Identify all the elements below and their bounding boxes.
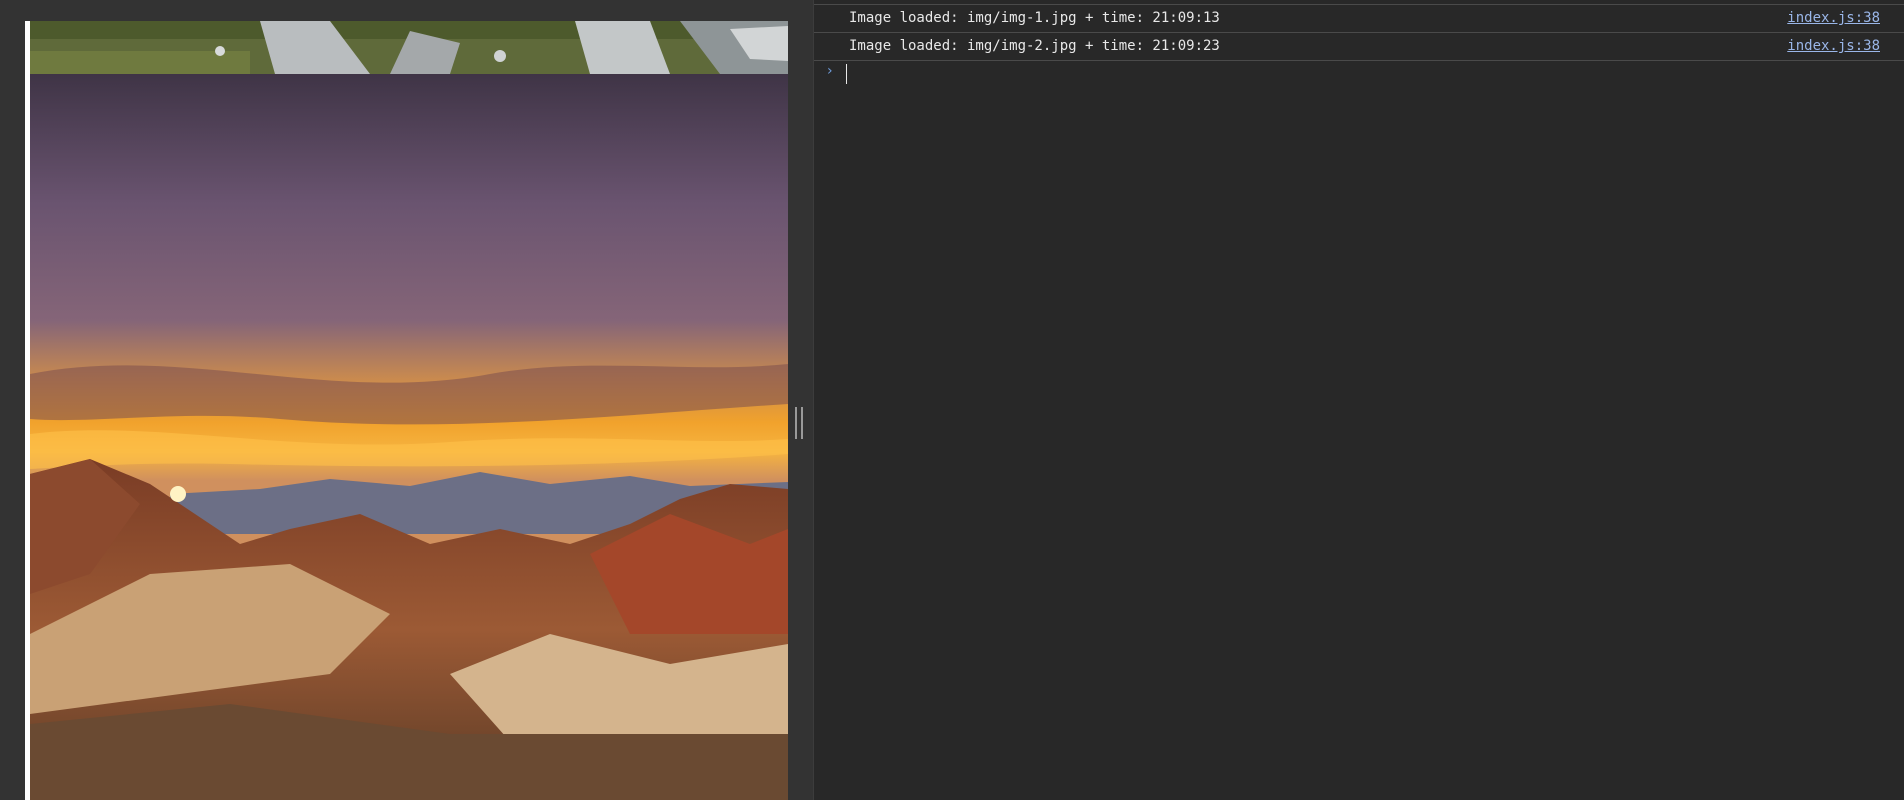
splitter-grip-icon[interactable]	[795, 407, 803, 439]
pane-splitter[interactable]	[788, 0, 813, 800]
console-log-row: Image loaded: img/img-1.jpg + time: 21:0…	[814, 5, 1904, 33]
log-message: Image loaded: img/img-1.jpg + time: 21:0…	[849, 10, 1220, 26]
page-viewport[interactable]	[25, 21, 788, 800]
log-source-link[interactable]: index.js:38	[1787, 5, 1880, 32]
console-panel: Image loaded: img/img-1.jpg + time: 21:0…	[814, 0, 1904, 800]
preview-pane	[0, 0, 813, 800]
desert-sunset-photo	[30, 74, 788, 800]
chevron-right-icon: ›	[827, 63, 833, 79]
mountain-meadow-photo	[30, 21, 788, 74]
console-input[interactable]	[846, 64, 1847, 84]
log-source-link[interactable]: index.js:38	[1787, 33, 1880, 60]
log-message: Image loaded: img/img-2.jpg + time: 21:0…	[849, 38, 1220, 54]
console-log-row: Image loaded: img/img-2.jpg + time: 21:0…	[814, 33, 1904, 61]
console-prompt-row: ›	[814, 61, 1904, 89]
